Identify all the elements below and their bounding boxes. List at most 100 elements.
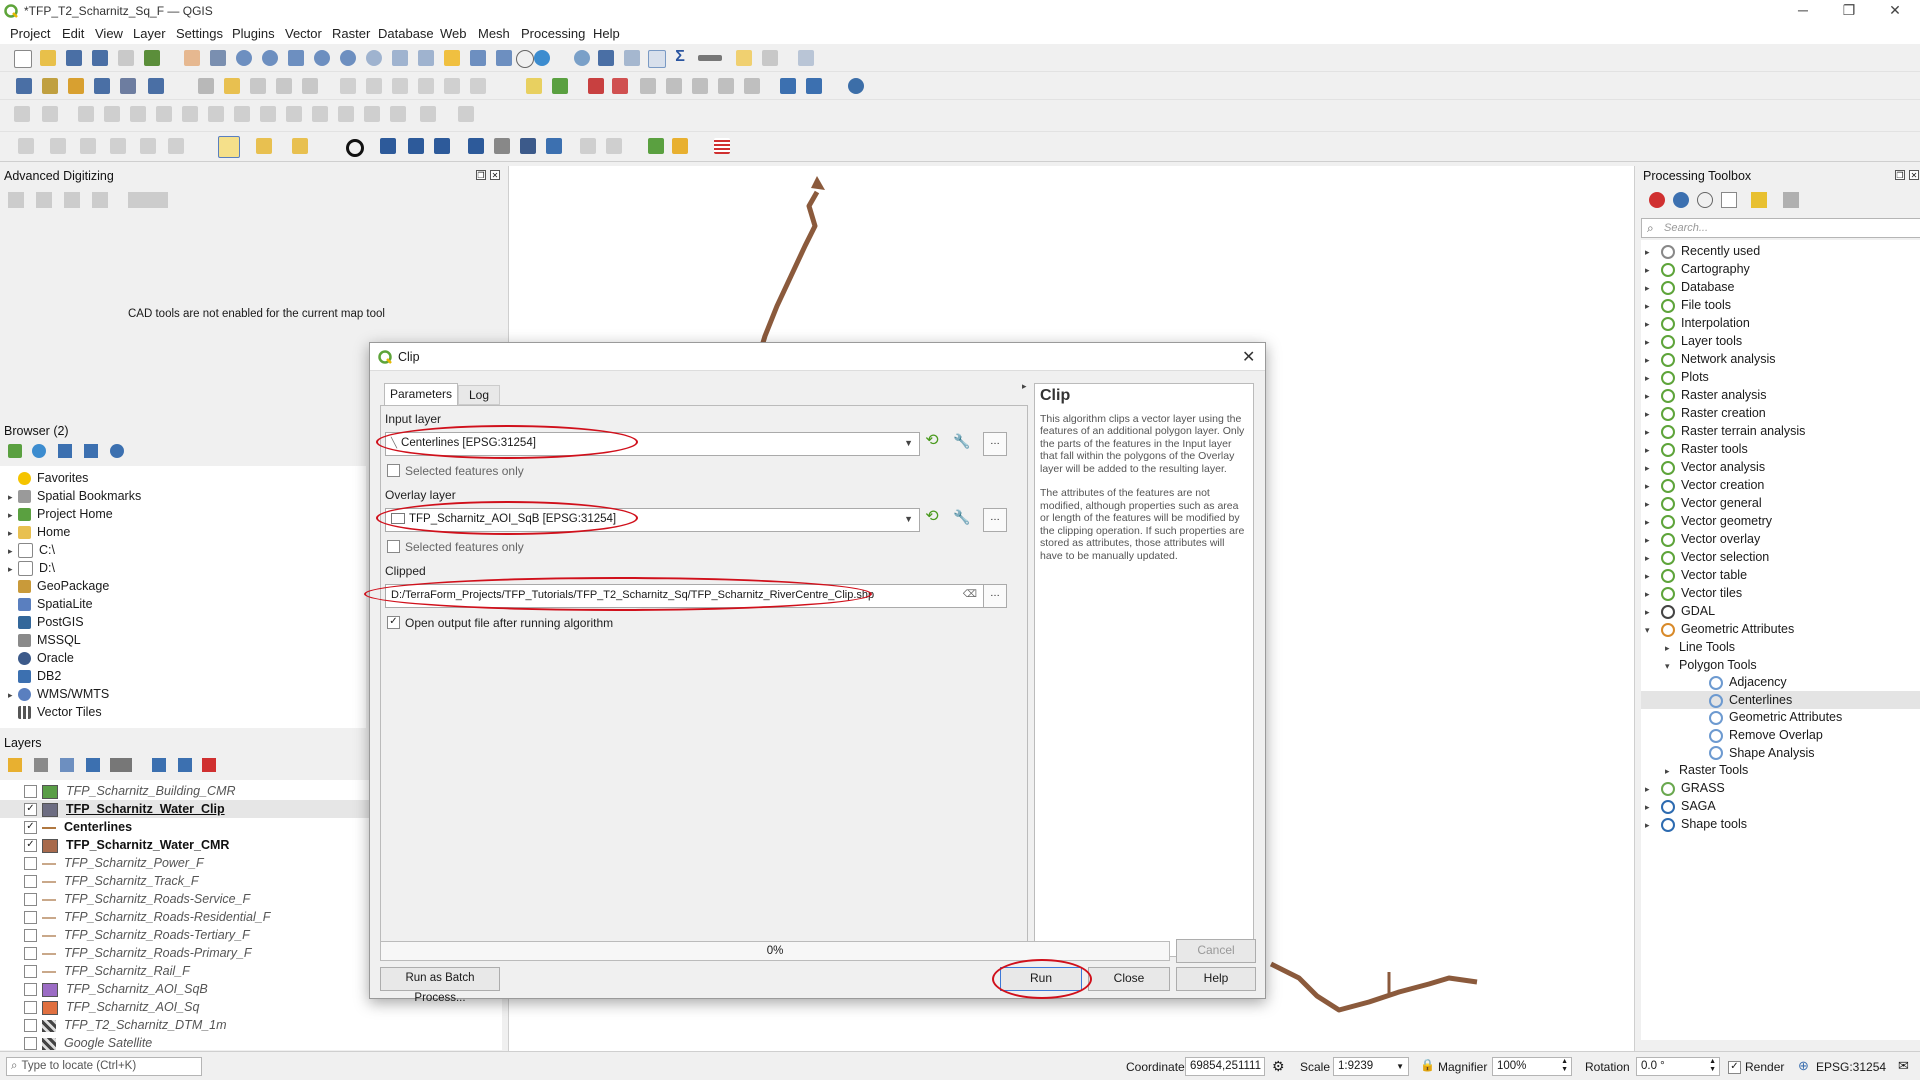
toolbox-item[interactable]: ▸ Shape tools — [1641, 815, 1920, 833]
menu-mesh[interactable]: Mesh — [478, 26, 510, 41]
layer-visibility-checkbox[interactable] — [24, 983, 37, 996]
chevron-right-icon[interactable]: ▸ — [1665, 762, 1675, 780]
zoom-next-icon[interactable] — [418, 50, 434, 66]
toolbox-item[interactable]: ▸ Cartography — [1641, 260, 1920, 278]
attribute-table-icon[interactable] — [598, 50, 614, 66]
toolbox-item[interactable]: ▸ Vector selection — [1641, 548, 1920, 566]
layer-visibility-checkbox[interactable] — [24, 911, 37, 924]
messages-icon[interactable]: ✉ — [1898, 1058, 1909, 1074]
add-selected-icon[interactable] — [8, 444, 22, 458]
browser-item-mssql[interactable]: MSSQL — [8, 631, 81, 649]
menu-plugins[interactable]: Plugins — [232, 26, 275, 41]
arc-tool-icon[interactable] — [380, 138, 396, 154]
remove-layer-icon[interactable] — [202, 758, 216, 772]
panel-close-button[interactable]: ✕ — [490, 170, 500, 180]
browser-item-oracle[interactable]: Oracle — [8, 649, 74, 667]
menu-vector[interactable]: Vector — [285, 26, 322, 41]
new-project-icon[interactable] — [14, 50, 32, 68]
cut-features-icon[interactable] — [366, 78, 382, 94]
browser-item-favorites[interactable]: Favorites — [8, 469, 88, 487]
iterate-icon[interactable]: ⟲ — [921, 508, 943, 530]
render-checkbox[interactable]: ✓ — [1728, 1061, 1741, 1074]
chevron-down-icon[interactable]: ▾ — [1665, 657, 1675, 675]
chevron-right-icon[interactable]: ▸ — [1645, 369, 1655, 387]
tab-log[interactable]: Log — [458, 385, 500, 405]
chevron-right-icon[interactable]: ▸ — [1645, 387, 1655, 405]
coordinate-field[interactable]: 69854,251111 — [1185, 1057, 1265, 1076]
chevron-right-icon[interactable]: ▸ — [1645, 243, 1655, 261]
menu-edit[interactable]: Edit — [62, 26, 84, 41]
wrench-icon[interactable]: 🔧 — [951, 508, 973, 530]
browse-output-button[interactable]: … — [983, 584, 1007, 608]
highlight-pinned-icon[interactable] — [612, 78, 628, 94]
zoom-full-icon[interactable] — [288, 50, 304, 66]
metasearch-results-icon[interactable] — [806, 78, 822, 94]
help-button[interactable]: Help — [1176, 967, 1256, 991]
georeferencer-icon[interactable] — [648, 138, 664, 154]
chevron-down-icon[interactable]: ▾ — [1645, 621, 1655, 639]
browser-item-geopackage[interactable]: GeoPackage — [8, 577, 109, 595]
menu-database[interactable]: Database — [378, 26, 434, 41]
split-features-icon[interactable] — [78, 106, 94, 122]
vertex-tool-icon[interactable] — [302, 78, 318, 94]
wrench-icon[interactable]: 🔧 — [951, 432, 973, 454]
chevron-right-icon[interactable]: ▸ — [1645, 261, 1655, 279]
field-calculator-icon[interactable] — [624, 50, 640, 66]
chevron-right-icon[interactable]: ▸ — [1645, 585, 1655, 603]
locator-input[interactable]: ⌕ Type to locate (Ctrl+K) — [6, 1057, 202, 1076]
toolbox-item[interactable]: Adjacency — [1641, 673, 1920, 691]
chevron-right-icon[interactable]: ▸ — [1665, 639, 1675, 657]
manage-themes-icon[interactable] — [60, 758, 74, 772]
toolbox-item[interactable]: Remove Overlap — [1641, 726, 1920, 744]
map-tips-icon[interactable] — [736, 50, 752, 66]
circle-tool-icon[interactable] — [346, 139, 364, 157]
run-as-batch-button[interactable]: Run as Batch Process... — [380, 967, 500, 1004]
delete-selected-icon[interactable] — [340, 78, 356, 94]
toolbox-item[interactable]: ▸ Raster terrain analysis — [1641, 422, 1920, 440]
toolbox-item[interactable]: ▾ Polygon Tools — [1641, 656, 1920, 674]
expand-all-icon[interactable] — [152, 758, 166, 772]
history-icon[interactable] — [1697, 192, 1713, 208]
select-by-rectangle-icon[interactable] — [218, 136, 240, 158]
refresh-browser-icon[interactable] — [32, 444, 46, 458]
select-features-icon[interactable] — [18, 138, 34, 154]
layer-visibility-checkbox[interactable] — [24, 857, 37, 870]
chevron-right-icon[interactable]: ▸ — [1645, 816, 1655, 834]
collapse-all-icon[interactable] — [84, 444, 98, 458]
label-toolbar-icon[interactable] — [526, 78, 542, 94]
fill-ring-icon[interactable] — [182, 106, 198, 122]
toolbox-item[interactable]: ▸ Raster analysis — [1641, 386, 1920, 404]
new-geopackage-icon[interactable] — [42, 78, 58, 94]
zoom-last-icon[interactable] — [392, 50, 408, 66]
toggle-editing-icon[interactable] — [224, 78, 240, 94]
menu-project[interactable]: Project — [10, 26, 50, 41]
filter-expression-icon[interactable] — [110, 758, 132, 772]
print-layout-icon[interactable] — [118, 50, 134, 66]
magnifier-spinbox[interactable]: 100% ▲ ▼ — [1492, 1057, 1572, 1076]
browser-item-db2[interactable]: DB2 — [8, 667, 61, 685]
layer-visibility-checkbox[interactable] — [24, 1037, 37, 1050]
open-project-icon[interactable] — [40, 50, 56, 66]
select-by-expression-icon[interactable] — [256, 138, 272, 154]
input-selected-only-checkbox[interactable] — [387, 464, 400, 477]
split-parts-icon[interactable] — [390, 106, 406, 122]
menu-help[interactable]: Help — [593, 26, 620, 41]
layer-visibility-checkbox[interactable] — [24, 929, 37, 942]
collapse-all-layers-icon[interactable] — [178, 758, 192, 772]
trace-tool-icon[interactable] — [468, 138, 484, 154]
new-spatialite-icon[interactable] — [94, 78, 110, 94]
toolbox-item[interactable]: ▸ Raster tools — [1641, 440, 1920, 458]
browser-item-d-drive[interactable]: ▸ D:\ — [8, 559, 55, 577]
toggle-extents-icon[interactable]: ⚙ — [1272, 1058, 1285, 1075]
scripts-icon[interactable] — [1673, 192, 1689, 208]
pin-labels-icon[interactable] — [588, 78, 604, 94]
toolbox-item[interactable]: ▸ Vector analysis — [1641, 458, 1920, 476]
toolbox-item[interactable]: ▸ Vector general — [1641, 494, 1920, 512]
deselect-features-icon[interactable] — [292, 138, 308, 154]
identify-icon[interactable] — [574, 50, 590, 66]
menu-processing[interactable]: Processing — [521, 26, 585, 41]
add-group-icon[interactable] — [34, 758, 48, 772]
toolbox-item[interactable]: ▸ Vector tiles — [1641, 584, 1920, 602]
layer-visibility-checkbox[interactable] — [24, 785, 37, 798]
browser-item-project-home[interactable]: ▸ Project Home — [8, 505, 113, 523]
